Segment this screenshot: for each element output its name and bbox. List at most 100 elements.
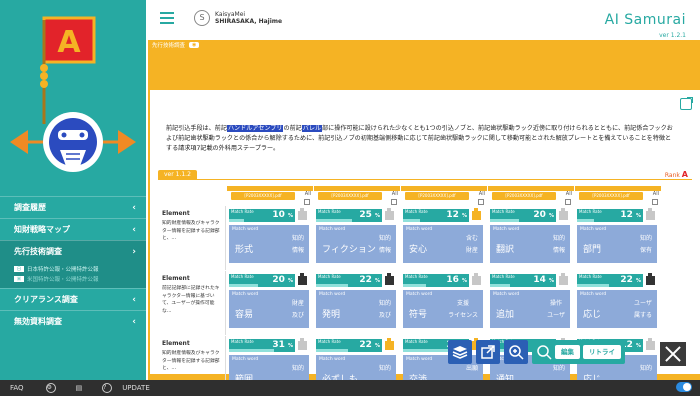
version-pill[interactable]: ver 1.1.2 bbox=[158, 170, 197, 180]
match-word-box: Match word 符号 支援 ライセンス bbox=[403, 290, 483, 328]
match-rate-fill bbox=[229, 349, 274, 352]
thumb-rating-icon[interactable] bbox=[385, 273, 394, 285]
claim-segment: の前記 bbox=[283, 125, 302, 132]
chat-toggle-icon[interactable] bbox=[676, 382, 692, 392]
match-word-box: Match word 応じ ユーザ 属する bbox=[577, 290, 657, 328]
claim-highlight[interactable]: ハンドルアセンブリ bbox=[226, 125, 284, 132]
match-word-box: Match word 形式 知的 情報 bbox=[229, 225, 309, 263]
submenu-item-jp[interactable]: 日 日本特許公報・公開特許公報 bbox=[14, 264, 146, 274]
thumb-rating-icon[interactable] bbox=[298, 338, 307, 350]
match-rate-bar: Match Rate 22 % bbox=[316, 274, 382, 287]
thumb-rating-icon[interactable] bbox=[559, 273, 568, 285]
match-rate: Match Rate 22 % bbox=[577, 273, 659, 287]
element-desc: 知的財産情報及びキャラクター情報を記録する記録部と、… bbox=[162, 351, 220, 371]
thumb-rating-icon[interactable] bbox=[472, 208, 481, 220]
element-cell: Element 知的財産情報及びキャラクター情報を記録する記録部と、… bbox=[158, 206, 226, 270]
patent-file-link[interactable]: [P2003XXXXX].pdf bbox=[492, 192, 556, 200]
thumb-rating-icon[interactable] bbox=[298, 208, 307, 220]
thumb-rating-icon[interactable] bbox=[646, 208, 655, 220]
zoom-button[interactable] bbox=[504, 340, 528, 364]
hamburger-menu-icon[interactable] bbox=[160, 12, 174, 24]
match-rate-bar: Match Rate 22 % bbox=[316, 339, 382, 352]
app-window: A 調査履歴 ‹ 知財戦略マップ ‹ 先行技術調査 › 日 日本特許公報・公開特… bbox=[0, 0, 700, 396]
sidebar-item-label: 無効資料調査 bbox=[14, 317, 62, 326]
match-rate-value: 10 % bbox=[272, 210, 293, 220]
match-cell[interactable]: Match Rate 22 % Match word 応じ ユーザ 属する bbox=[575, 271, 661, 335]
match-word-secondary: 含む 財産 bbox=[465, 235, 478, 254]
document-icon[interactable]: ▤ bbox=[76, 384, 83, 392]
match-word-box: Match word 容易 財産 及び bbox=[229, 290, 309, 328]
match-rate: Match Rate 20 % bbox=[490, 208, 572, 222]
gear-icon[interactable]: ⚙ bbox=[45, 383, 56, 393]
element-title: Element bbox=[162, 275, 190, 282]
patent-file-link[interactable]: [P2003XXXXX].pdf bbox=[579, 192, 643, 200]
match-rate-label: Match Rate bbox=[231, 274, 254, 279]
match-rate-value: 22 % bbox=[359, 275, 380, 285]
app-version: ver 1.2.1 bbox=[659, 32, 686, 39]
match-rate-label: Match Rate bbox=[405, 339, 428, 344]
submenu-item-us[interactable]: 米 米国特許公報・公開特許公報 bbox=[14, 274, 146, 284]
thumb-rating-icon[interactable] bbox=[298, 273, 307, 285]
match-cell[interactable]: Match Rate 22 % Match word 発明 知的 及び bbox=[314, 271, 400, 335]
help-icon[interactable]: ? bbox=[102, 383, 113, 393]
select-checkbox[interactable] bbox=[304, 199, 310, 205]
match-cell[interactable]: Match Rate 12 % Match word 部門 知的 保有 bbox=[575, 206, 661, 270]
thumb-rating-icon[interactable] bbox=[385, 208, 394, 220]
match-cell[interactable]: Match Rate 25 % Match word フィクション 知的 情報 bbox=[314, 206, 400, 270]
submenu-label: 日本特許公報・公開特許公報 bbox=[27, 267, 99, 273]
faq-link[interactable]: FAQ bbox=[10, 384, 24, 392]
select-checkbox[interactable] bbox=[478, 199, 484, 205]
sidebar-item-invalidity[interactable]: 無効資料調査 ‹ bbox=[0, 310, 146, 332]
match-cell[interactable]: Match Rate 20 % Match word 容易 財産 及び bbox=[227, 271, 313, 335]
retry-button[interactable]: リトライ bbox=[583, 345, 621, 359]
select-checkbox[interactable] bbox=[565, 199, 571, 205]
match-cell[interactable]: Match Rate 14 % Match word 追加 操作 ユーザ bbox=[488, 271, 574, 335]
match-cell[interactable]: Match Rate 10 % Match word 形式 知的 情報 bbox=[227, 206, 313, 270]
patent-file-link[interactable]: [P2003XXXXX].pdf bbox=[318, 192, 382, 200]
patent-file-link[interactable]: [P2003XXXXX].pdf bbox=[405, 192, 469, 200]
thumb-rating-icon[interactable] bbox=[472, 273, 481, 285]
match-word-box: Match word 安心 含む 財産 bbox=[403, 225, 483, 263]
edit-button[interactable]: 編集 bbox=[555, 345, 580, 359]
match-cell[interactable]: Match Rate 16 % Match word 符号 支援 ライセンス bbox=[401, 271, 487, 335]
update-link[interactable]: UPDATE bbox=[122, 384, 150, 392]
sidebar-item-clearance[interactable]: クリアランス調査 ‹ bbox=[0, 288, 146, 310]
sidebar-item-ip-map[interactable]: 知財戦略マップ ‹ bbox=[0, 218, 146, 240]
thumb-rating-icon[interactable] bbox=[646, 273, 655, 285]
match-rate-value: 20 % bbox=[533, 210, 554, 220]
match-cell[interactable]: Match Rate 20 % Match word 翻訳 知的 情報 bbox=[488, 206, 574, 270]
user-fullname: SHIRASAKA, Hajime bbox=[215, 18, 283, 25]
layers-button[interactable] bbox=[448, 340, 472, 364]
match-rate: Match Rate 12 % bbox=[403, 208, 485, 222]
close-button[interactable] bbox=[660, 342, 686, 366]
thumb-rating-icon[interactable] bbox=[559, 208, 568, 220]
refresh-search-icon[interactable] bbox=[536, 344, 552, 360]
open-external-icon[interactable] bbox=[680, 97, 693, 110]
sidebar-item-history[interactable]: 調査履歴 ‹ bbox=[0, 196, 146, 218]
select-checkbox[interactable] bbox=[391, 199, 397, 205]
match-rate-fill bbox=[490, 219, 519, 222]
match-rate-label: Match Rate bbox=[231, 209, 254, 214]
match-word-label: Match word bbox=[232, 227, 259, 232]
match-rate: Match Rate 14 % bbox=[490, 273, 572, 287]
sidebar-menu: 調査履歴 ‹ 知財戦略マップ ‹ 先行技術調査 › 日 日本特許公報・公開特許公… bbox=[0, 196, 146, 332]
match-word-secondary: 知的 情報 bbox=[378, 235, 391, 254]
element-desc: 前記記録部に記録されたキャラクター情報に基づいて、ユーザーが操作可能な… bbox=[162, 286, 220, 314]
sidebar-item-prior-art[interactable]: 先行技術調査 › bbox=[0, 240, 146, 262]
open-button[interactable] bbox=[476, 340, 500, 364]
thumb-rating-icon[interactable] bbox=[385, 338, 394, 350]
match-rate-label: Match Rate bbox=[492, 209, 515, 214]
match-rate-value: 20 % bbox=[272, 275, 293, 285]
result-panel: 前記引込手段は、前記ハンドルアセンブリの前記バレル部に操作可能に設けられた少なく… bbox=[150, 90, 700, 396]
match-word-box: Match word 翻訳 知的 情報 bbox=[490, 225, 570, 263]
patent-file-link[interactable]: [P2003XXXXX].pdf bbox=[231, 192, 295, 200]
chevron-left-icon: ‹ bbox=[132, 316, 136, 327]
select-checkbox[interactable] bbox=[652, 199, 658, 205]
thumb-rating-icon[interactable] bbox=[646, 338, 655, 350]
claim-highlight[interactable]: バレル bbox=[301, 125, 323, 132]
match-word-secondary: 知的 bbox=[552, 365, 565, 372]
rank-indicator: Rank A bbox=[665, 170, 688, 179]
match-cell[interactable]: Match Rate 12 % Match word 安心 含む 財産 bbox=[401, 206, 487, 270]
layers-icon bbox=[452, 346, 468, 359]
match-rate-bar: Match Rate 22 % bbox=[577, 274, 643, 287]
